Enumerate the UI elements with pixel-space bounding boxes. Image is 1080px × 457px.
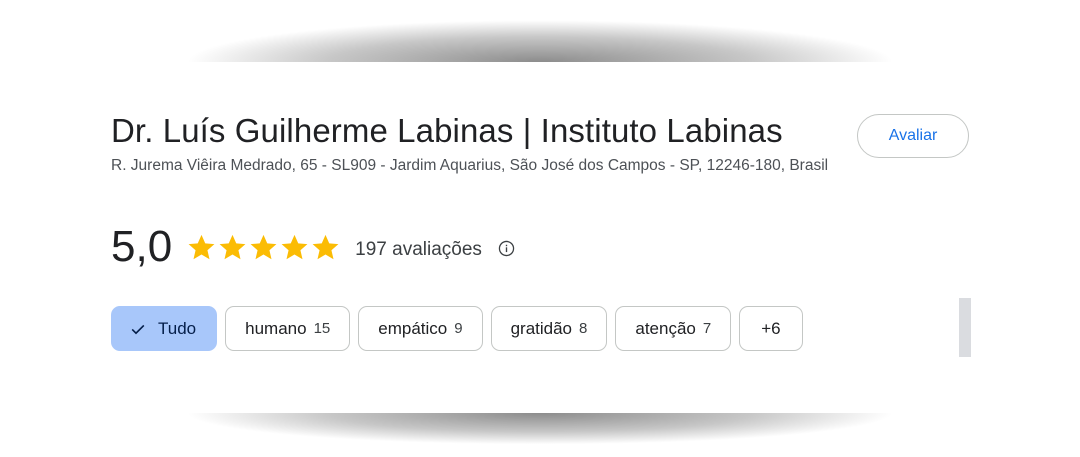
more-filters-chip[interactable]: +6 bbox=[739, 306, 803, 351]
bottom-shadow bbox=[70, 413, 1010, 457]
star-icon bbox=[219, 234, 246, 259]
top-shadow bbox=[70, 0, 1010, 62]
chip-count: 8 bbox=[579, 320, 588, 337]
reviews-count[interactable]: 197 avaliações bbox=[355, 239, 482, 261]
star-icon bbox=[281, 234, 308, 259]
place-reviews-card: Dr. Luís Guilherme Labinas | Instituto L… bbox=[0, 62, 1080, 413]
chip-count: 7 bbox=[702, 320, 712, 337]
chip-count: 9 bbox=[454, 320, 463, 337]
filter-chip-humano[interactable]: humano 15 bbox=[225, 306, 351, 351]
star-icon bbox=[188, 234, 215, 259]
scrollbar-thumb[interactable] bbox=[959, 298, 971, 357]
write-review-button[interactable]: Avaliar bbox=[857, 114, 969, 158]
check-icon bbox=[131, 324, 145, 334]
filter-chip-gratidao[interactable]: gratidão 8 bbox=[490, 306, 608, 351]
chip-label: humano bbox=[245, 318, 307, 338]
filter-chip-tudo[interactable]: Tudo bbox=[111, 306, 218, 351]
filter-chip-atencao[interactable]: atenção 7 bbox=[615, 306, 732, 351]
screenshot-stage: Dr. Luís Guilherme Labinas | Instituto L… bbox=[0, 0, 1080, 457]
place-title: Dr. Luís Guilherme Labinas | Instituto L… bbox=[111, 112, 783, 149]
chip-label: empático bbox=[378, 318, 448, 338]
chip-label: +6 bbox=[761, 318, 781, 338]
star-rating bbox=[186, 232, 341, 263]
rating-value: 5,0 bbox=[111, 222, 173, 271]
star-icon bbox=[250, 234, 277, 259]
chip-label: gratidão bbox=[510, 318, 573, 338]
place-address: R. Jurema Viêira Medrado, 65 - SL909 - J… bbox=[111, 157, 829, 174]
rating-summary: 5,0 197 avaliações bbox=[111, 222, 515, 272]
chip-label: atenção bbox=[635, 318, 696, 338]
chip-count: 15 bbox=[313, 320, 331, 337]
info-icon[interactable] bbox=[498, 240, 515, 257]
chip-label: Tudo bbox=[158, 318, 197, 338]
review-topic-filters: Tudo humano 15 empático 9 gratidão 8 ate… bbox=[111, 306, 803, 351]
star-icon bbox=[312, 234, 339, 259]
filter-chip-empatico[interactable]: empático 9 bbox=[358, 306, 483, 351]
